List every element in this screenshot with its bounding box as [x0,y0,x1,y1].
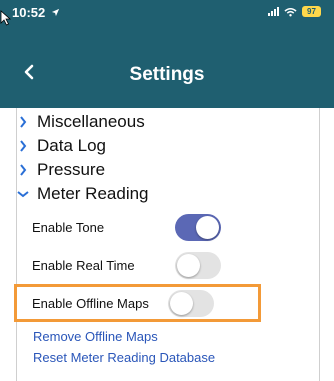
menu-item-pressure[interactable]: Pressure [17,158,319,182]
page-title: Settings [129,64,205,85]
menu-item-meter-reading[interactable]: Meter Reading [17,182,319,206]
settings-panel: Miscellaneous Data Log Pressure Meter Re… [16,108,320,381]
chevron-right-icon [17,164,29,176]
toggle-knob [177,253,200,277]
cellular-signal-icon [268,7,279,16]
remove-offline-maps-link[interactable]: Remove Offline Maps [33,329,158,344]
status-icons: 97 [268,6,321,17]
setting-enable-tone: Enable Tone [17,213,319,241]
settings-content: Miscellaneous Data Log Pressure Meter Re… [0,108,334,381]
battery-indicator: 97 [302,6,321,17]
menu-label-meter-reading: Meter Reading [37,184,149,203]
menu-item-data-log[interactable]: Data Log [17,134,319,158]
status-time-text: 10:52 [12,5,46,20]
menu-label-miscellaneous: Miscellaneous [37,112,145,131]
wifi-icon [284,7,297,16]
status-time: 10:52 [12,5,60,20]
location-arrow-icon [51,8,59,17]
chevron-down-icon [17,188,29,200]
battery-level: 97 [307,7,316,16]
enable-real-time-label: Enable Real Time [32,257,135,273]
highlight-annotation [14,284,261,322]
menu-label-data-log: Data Log [37,136,106,155]
enable-tone-toggle[interactable] [175,213,221,241]
enable-real-time-toggle[interactable] [175,251,221,279]
toggle-knob [196,215,219,239]
enable-tone-label: Enable Tone [32,219,105,235]
chevron-right-icon [17,140,29,152]
menu-label-pressure: Pressure [37,160,106,179]
header-bar: 10:52 97 Settings [0,0,334,108]
setting-enable-real-time: Enable Real Time [17,251,319,279]
chevron-right-icon [17,116,29,128]
mouse-cursor-icon [0,10,12,26]
reset-meter-reading-database-link[interactable]: Reset Meter Reading Database [33,350,215,365]
menu-item-miscellaneous[interactable]: Miscellaneous [17,110,319,134]
